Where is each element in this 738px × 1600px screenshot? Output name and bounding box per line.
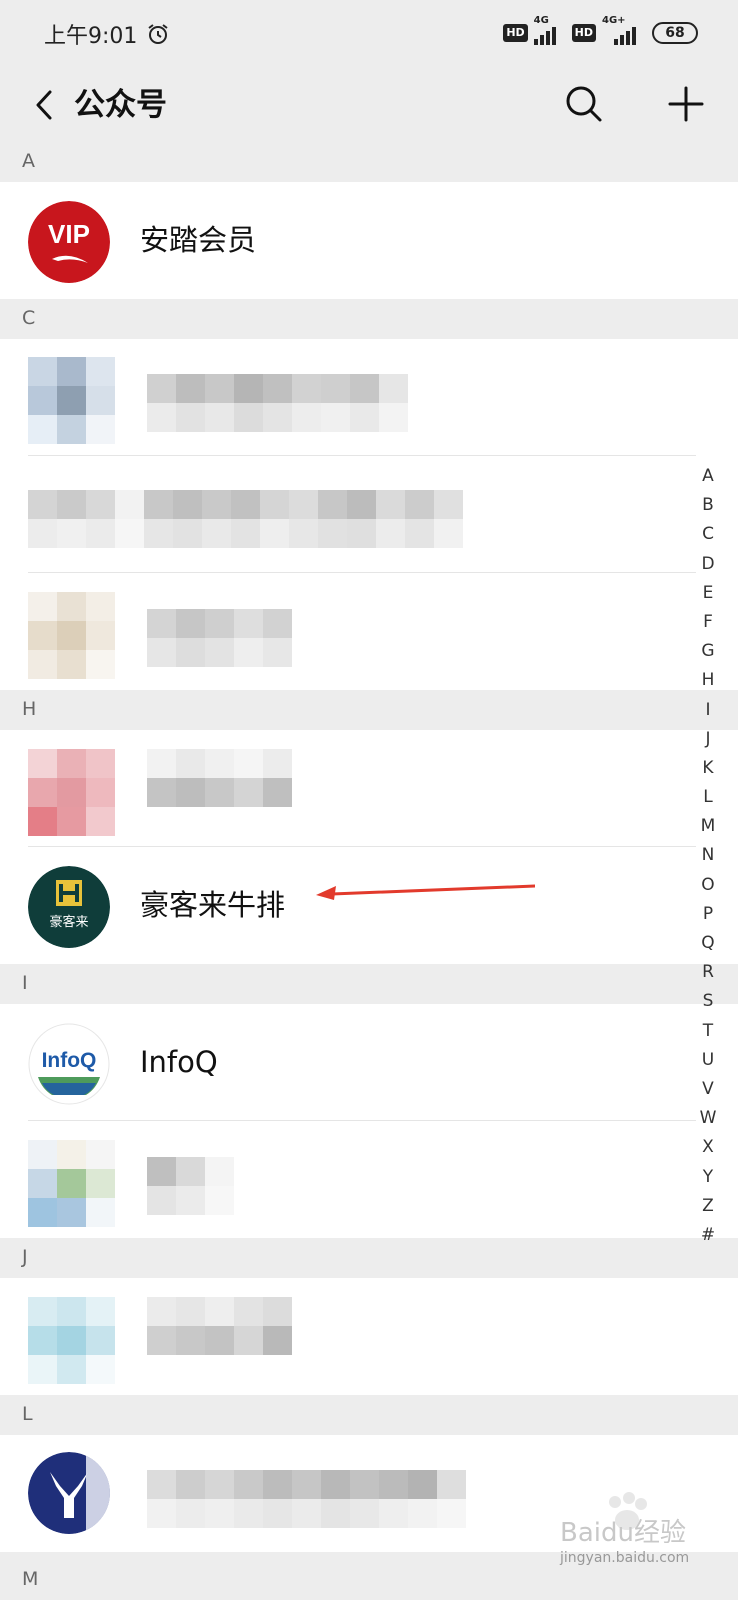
index-letter[interactable]: N [688,841,728,870]
account-row-haokelai[interactable]: 豪客来 豪客来牛排 [0,847,738,964]
blurred-avatar [28,357,115,444]
account-row-anta[interactable]: VIP 安踏会员 [0,182,738,299]
section-header-c: C [0,299,738,339]
account-name: InfoQ [140,1045,218,1079]
blurred-content [28,490,463,548]
index-letter[interactable]: W [688,1104,728,1133]
account-row-blurred-i2[interactable] [0,1121,738,1238]
index-letter[interactable]: I [688,696,728,725]
section-letter: C [22,307,36,329]
index-letter[interactable]: A [688,462,728,491]
infoq-logo-icon: InfoQ [28,1023,110,1105]
index-letter[interactable]: K [688,754,728,783]
infoq-avatar: InfoQ [28,1023,110,1105]
account-row-blurred-j1[interactable] [0,1278,738,1395]
status-indicators: HD 4G HD 4G+ 68 [503,15,698,46]
hd-badge: HD [571,24,596,42]
blurred-name [147,1470,466,1528]
index-letter[interactable]: U [688,1046,728,1075]
account-row-infoq[interactable]: InfoQ InfoQ [0,1004,738,1121]
index-letter[interactable]: M [688,812,728,841]
section-header-h: H [0,690,738,730]
infoq-avatar-text: InfoQ [42,1049,97,1072]
anta-logo-icon: VIP [28,201,110,283]
blurred-avatar [28,592,115,679]
index-letter[interactable]: O [688,871,728,900]
index-letter[interactable]: X [688,1133,728,1162]
hd-badge: HD [503,24,528,42]
haokelai-logo-icon: 豪客来 [28,866,110,948]
blurred-name [147,374,408,432]
index-letter[interactable]: J [688,725,728,754]
status-bar: 上午9:01 HD 4G HD 4G+ 68 [0,0,738,68]
haokelai-avatar-text: 豪客来 [49,914,88,930]
watermark-url: jingyan.baidu.com [560,1550,690,1566]
anta-avatar: VIP [28,201,110,283]
blurred-name [147,749,292,807]
status-time: 上午9:01 [44,24,138,49]
index-letter[interactable]: Y [688,1163,728,1192]
section-letter: L [22,1403,33,1425]
index-letter[interactable]: P [688,900,728,929]
alarm-clock-icon [148,24,168,44]
network-type-label: 4G+ [602,15,626,26]
battery-indicator: 68 [652,22,698,44]
index-letter[interactable]: H [688,666,728,695]
watermark-brand: Baidu经验 [560,1518,686,1548]
section-header-i: I [0,964,738,1004]
nav-bar: 公众号 [0,68,738,142]
index-letter[interactable]: B [688,491,728,520]
section-header-j: J [0,1238,738,1278]
blurred-avatar [28,1297,115,1384]
blurred-name [147,1157,234,1215]
blurred-name [147,609,292,667]
section-header-m: M [0,1560,738,1600]
blurred-name [147,1297,292,1355]
signal-icon: 4G+ [602,15,638,45]
index-letter[interactable]: Z [688,1192,728,1221]
blurred-avatar [28,1140,115,1227]
index-letter[interactable]: T [688,1017,728,1046]
annotation-arrow-icon [316,884,535,900]
section-letter: H [22,698,37,720]
index-letter[interactable]: G [688,637,728,666]
anta-avatar-text: VIP [48,219,90,249]
section-header-a: A [0,142,738,182]
section-letter: I [22,972,28,994]
index-letter[interactable]: D [688,550,728,579]
page-title: 公众号 [74,87,167,123]
add-icon[interactable] [662,80,710,128]
account-name: 豪客来牛排 [140,888,286,922]
section-header-l: L [0,1395,738,1435]
haokelai-avatar: 豪客来 [28,866,110,948]
section-letter: M [22,1568,39,1590]
back-arrow-icon[interactable] [24,82,70,128]
blurred-avatar [28,1452,110,1534]
account-row-blurred-h1[interactable] [0,730,738,847]
account-row-blurred-c3[interactable] [0,573,738,690]
network-type-label: 4G [533,15,549,26]
section-letter: J [22,1246,28,1268]
account-name: 安踏会员 [140,223,257,257]
index-letter[interactable]: C [688,520,728,549]
account-row-blurred-c1[interactable] [0,339,738,456]
index-letter[interactable]: V [688,1075,728,1104]
signal-icon: 4G [533,15,566,45]
account-row-blurred-c2[interactable] [0,456,738,573]
index-letter[interactable]: # [688,1221,728,1250]
index-letter[interactable]: F [688,608,728,637]
index-letter[interactable]: L [688,783,728,812]
index-letter[interactable]: E [688,579,728,608]
deer-logo-icon [28,1452,110,1534]
search-icon[interactable] [560,80,608,128]
blurred-avatar [28,749,115,836]
index-letter[interactable]: S [688,987,728,1016]
section-letter: A [22,150,35,172]
alphabet-index-bar[interactable]: A B C D E F G H I J K L M N O P Q R S T U V W X Y Z # [688,462,728,1250]
index-letter[interactable]: Q [688,929,728,958]
index-letter[interactable]: R [688,958,728,987]
